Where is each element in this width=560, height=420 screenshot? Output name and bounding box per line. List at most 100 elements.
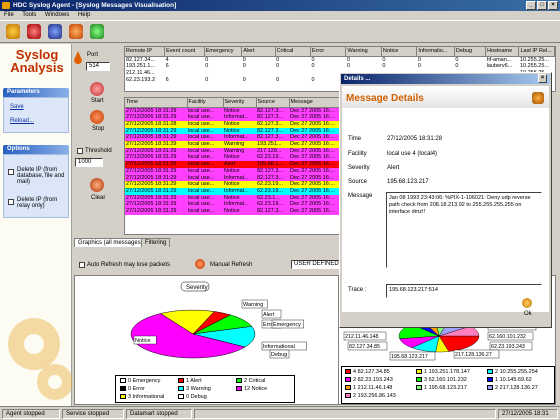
message-table-cell: Informat... <box>224 174 249 181</box>
ip-legend-item: 3 62.160.101.232 <box>416 377 467 383</box>
message-table-row[interactable]: 27/12/2005 18:31:29 local use... Notice 82.… <box>125 127 343 135</box>
dialog-close-button[interactable]: × <box>538 74 547 83</box>
parameters-panel-header[interactable]: Parameters <box>3 88 69 97</box>
close-button[interactable]: × <box>548 1 558 10</box>
ip-table-header[interactable]: Critical <box>275 47 312 57</box>
time-label: Time <box>348 136 362 142</box>
ip-table-cell: 212.11.46... <box>126 69 155 76</box>
ok-label[interactable]: Ok <box>524 311 532 317</box>
ip-table-header[interactable]: Remote IP <box>125 47 166 57</box>
minimize-button[interactable]: _ <box>526 1 536 10</box>
message-table-header[interactable]: Source <box>256 98 290 108</box>
message-table-cell: 27/12/2005 18:31:28 <box>126 120 177 127</box>
delete-ip-database-checkbox[interactable] <box>8 169 14 175</box>
port-input[interactable]: 514 <box>86 62 110 71</box>
message-table-row[interactable]: 27/12/2005 18:31:29 local use... Informat.… <box>125 114 343 121</box>
message-table-cell: 27/12/2005 18:31:29 <box>126 161 177 168</box>
message-table-row[interactable]: 27/12/2005 18:31:28 local use... Notice 82.… <box>125 120 343 128</box>
legend-item: 0 Error <box>120 386 145 392</box>
message-table-cell: 27/12/2005 18:31:29 <box>126 127 177 134</box>
ip-table-header[interactable]: Alert <box>241 47 276 57</box>
ip-legend-item: 2 193.256.86.143 <box>345 393 396 399</box>
message-table-cell: 27/12/2005 18:31:29 <box>126 174 177 181</box>
refresh-icon[interactable] <box>90 24 104 39</box>
message-table-cell: Dec 27 2005 16:... <box>290 147 335 154</box>
maximize-button[interactable]: □ <box>537 1 547 10</box>
ip-table-cell: 0 <box>205 63 209 70</box>
status-agent: Agent stopped <box>2 409 60 419</box>
ip-table-header[interactable]: Last IP Rel... <box>518 47 555 57</box>
menu-windows[interactable]: Windows <box>45 12 69 18</box>
message-table-row[interactable]: 27/12/2005 18:31:29 local use... Informat.… <box>125 187 343 195</box>
message-table-cell: Notice <box>224 154 240 161</box>
auto-refresh-checkbox[interactable] <box>79 262 85 268</box>
ip-table-cell: 0 <box>242 63 246 70</box>
mode-select[interactable]: USER DEFINED <box>291 260 343 269</box>
ip-table-header[interactable]: Debug <box>454 47 487 57</box>
ip-table-header[interactable]: Event count <box>164 47 205 57</box>
message-table-row[interactable]: 27/12/2005 18:31:29 local use... Notice 82.… <box>125 208 343 215</box>
message-table-cell: Alert <box>224 161 236 168</box>
menu-tools[interactable]: Tools <box>22 12 36 18</box>
message-table-header[interactable]: Time <box>125 98 188 108</box>
ip-table-header[interactable]: Notice <box>381 47 418 57</box>
message-table-header[interactable]: Facility <box>187 98 224 108</box>
clear-icon[interactable] <box>90 178 104 192</box>
message-table-header[interactable]: Message <box>289 98 343 108</box>
message-table-cell: Dec 27 2005 16:... <box>290 127 335 134</box>
threshold-checkbox[interactable] <box>77 148 83 154</box>
message-table-row[interactable]: 27/12/2005 18:31:29 local use... Notice 62.… <box>125 181 343 188</box>
ip-table-header[interactable]: Hostname <box>485 47 520 57</box>
message-table-row[interactable]: 27/12/2005 18:31:29 local use... Alert 195.… <box>125 161 343 168</box>
manual-refresh-label[interactable]: Manual Refresh <box>210 262 252 268</box>
legend-item: 2 Critical <box>236 378 265 384</box>
ip-legend-swatch <box>487 377 493 383</box>
message-table-row[interactable]: 27/12/2005 18:31:29 local use... Warning 21… <box>125 147 343 155</box>
ip-table-header[interactable]: Error <box>310 47 347 57</box>
ip-table-cell: 0 <box>346 63 351 70</box>
stop-button-icon[interactable] <box>90 110 104 124</box>
message-table[interactable]: Time Facility Severity Source Message 27/12/… <box>124 97 344 235</box>
options-panel-header[interactable]: Options <box>3 145 69 154</box>
ip-table-header[interactable]: Emergency <box>204 47 243 57</box>
message-table-cell: 27/12/2005 18:31:29 <box>126 167 177 174</box>
message-table-row[interactable]: 27/12/2005 18:31:29 local use... Informat.… <box>125 201 343 209</box>
ip-label: 217.128.136.27 <box>455 352 492 358</box>
message-table-row[interactable]: 27/12/2005 18:31:29 local use... Informat.… <box>125 174 343 182</box>
trace-textbox[interactable]: 195.68.123.217:514 <box>386 284 542 298</box>
message-table-row[interactable]: 27/12/2005 18:31:29 local use... Informat.… <box>125 134 343 142</box>
message-table-cell: 193.251... <box>257 141 282 148</box>
message-table-row[interactable]: 27/12/2005 18:31:29 local use... Notice 62.… <box>125 154 343 162</box>
menu-help[interactable]: Help <box>78 12 90 18</box>
message-table-row[interactable]: 27/12/2005 18:31:29 local use... Notice 82.… <box>125 107 343 115</box>
ip-legend-label: 2 217.128.136.27 <box>495 385 538 391</box>
message-textbox[interactable]: Jan 08 1993 23:43:06: %PIX-1-106021: Den… <box>386 192 542 268</box>
ip-legend: 4 82.127.34.85 1 193.251.178.147 2 10.255.… <box>341 366 555 404</box>
message-table-row[interactable]: 27/12/2005 18:31:29 local use... Notice 82.… <box>125 167 343 175</box>
ip-table-header[interactable]: Warning <box>345 47 382 57</box>
message-table-row[interactable]: 27/12/2005 18:31:29 local use... Notice 62.… <box>125 194 343 202</box>
ok-icon[interactable] <box>522 298 532 308</box>
parameters-panel: Save Reload... <box>3 97 69 133</box>
tab-graphics[interactable]: Graphics (all messages) <box>74 238 147 247</box>
message-table-header[interactable]: Severity <box>223 98 257 108</box>
settings-icon[interactable] <box>69 24 83 39</box>
reload-link[interactable]: Reload... <box>10 118 34 124</box>
save-link[interactable]: Save <box>10 104 24 110</box>
manual-refresh-icon[interactable] <box>195 259 205 269</box>
threshold-input[interactable]: 1000 <box>75 158 103 167</box>
legend-label: 3 Warning <box>186 386 211 392</box>
start-icon[interactable] <box>90 82 104 96</box>
tab-filtering[interactable]: Filtering <box>141 238 171 247</box>
delete-ip-relay-checkbox[interactable] <box>8 199 14 205</box>
ip-legend-label: 3 62.160.101.232 <box>424 377 467 383</box>
ip-table-row[interactable]: 193.251.1... 6 0 0 0 0 0 0 0 0 lauberv6... 10.255.2… <box>125 63 555 70</box>
folder-icon[interactable] <box>6 24 20 39</box>
menu-file[interactable]: File <box>4 12 14 18</box>
ip-table-header[interactable]: Informatio... <box>416 47 455 57</box>
stop-icon[interactable] <box>27 24 41 39</box>
network-icon[interactable] <box>48 24 62 39</box>
message-table-row[interactable]: 27/12/2005 18:31:29 local use... Warning 19… <box>125 141 343 148</box>
legend-swatch <box>178 394 184 400</box>
ip-table-row[interactable]: 82.127.34... 4 0 0 0 0 0 0 0 0 hf-aman... 10.255.25… <box>125 56 555 63</box>
